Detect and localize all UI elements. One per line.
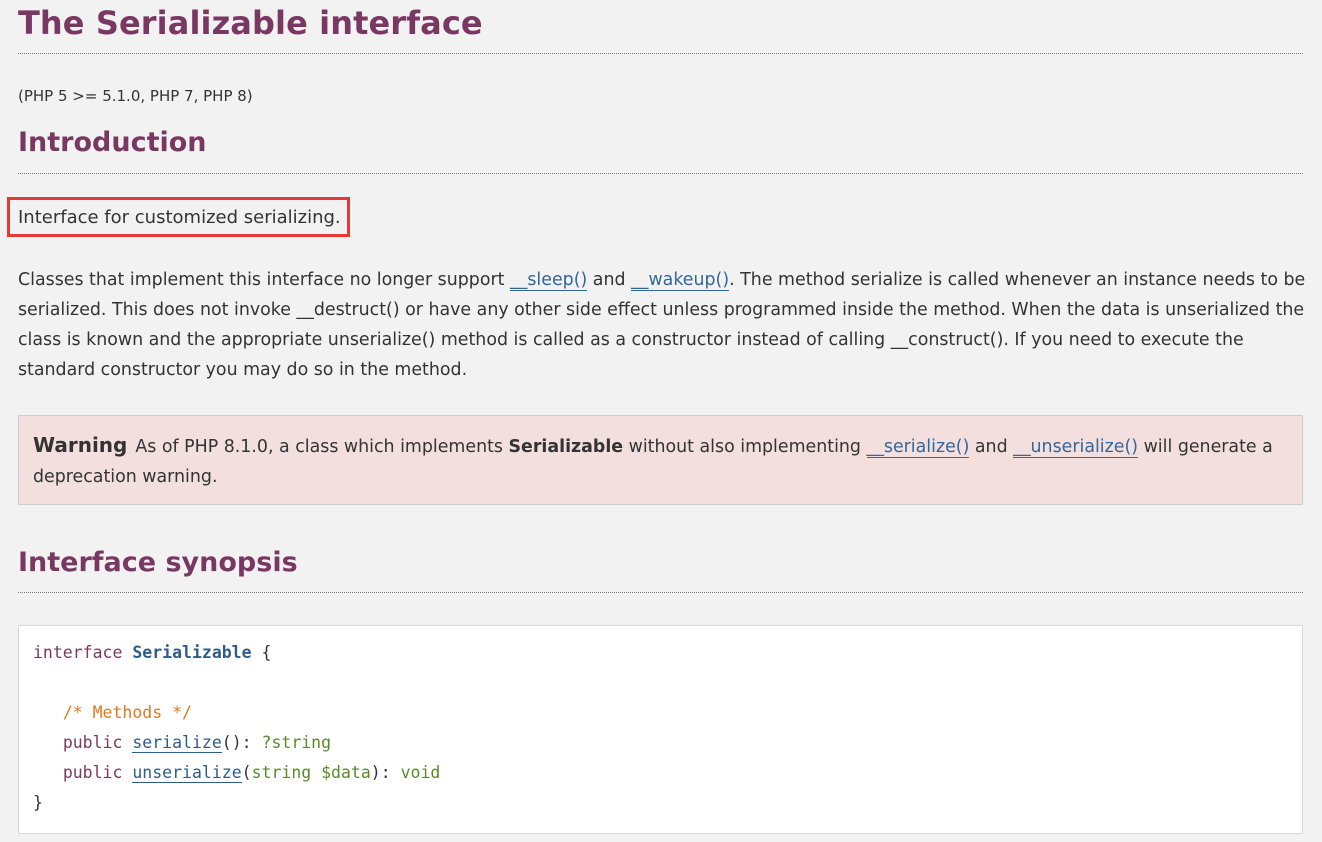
unserialize-param-type: string (251, 763, 312, 782)
sleep-link[interactable]: __sleep() (509, 270, 588, 291)
serialize-signature: (): (221, 733, 262, 752)
code-line-serialize: public serialize(): ?string (33, 728, 1288, 758)
page-title: The Serializable interface (18, 4, 483, 42)
code-comment: /* Methods */ (62, 703, 192, 722)
synopsis-heading: Interface synopsis (18, 547, 298, 578)
version-info: (PHP 5 >= 5.1.0, PHP 7, PHP 8) (18, 87, 253, 105)
code-line-interface: interface Serializable { (33, 638, 1288, 668)
warning-title: Warning (33, 433, 128, 457)
code-keyword-public-2: public (62, 763, 123, 782)
warning-box: Warning As of PHP 8.1.0, a class which im… (18, 415, 1303, 505)
code-class-name[interactable]: Serializable (132, 643, 251, 662)
unserialize-open-paren: ( (241, 763, 252, 782)
code-line-unserialize: public unserialize(string $data): void (33, 758, 1288, 788)
warning-text-2: without also implementing (623, 437, 867, 457)
introduction-summary: Interface for customized serializing. (18, 207, 341, 228)
synopsis-divider (18, 592, 1303, 593)
code-line-comment: /* Methods */ (33, 698, 1288, 728)
unserialize-method-link[interactable]: unserialize (132, 763, 242, 783)
para-text-and: and (587, 270, 632, 290)
code-keyword-interface: interface (33, 643, 123, 662)
warning-bold-serializable: Serializable (508, 437, 624, 457)
introduction-paragraph: Classes that implement this interface no… (18, 265, 1308, 385)
introduction-heading: Introduction (18, 127, 207, 158)
title-divider (18, 53, 1303, 54)
code-line-close: } (33, 788, 1288, 818)
wakeup-link[interactable]: __wakeup() (631, 270, 730, 291)
code-close-brace: } (33, 793, 43, 812)
para-text-1: Classes that implement this interface no… (18, 270, 510, 290)
unserialize-param-name: $data (321, 763, 371, 782)
warning-text-and: and (969, 437, 1014, 457)
code-keyword-public: public (62, 733, 123, 752)
serialize-return-type: ?string (261, 733, 332, 752)
unserialize-close-paren: ): (370, 763, 401, 782)
warning-text-1: As of PHP 8.1.0, a class which implement… (135, 437, 509, 457)
introduction-divider (18, 173, 1303, 174)
synopsis-code-block: interface Serializable { /* Methods */ p… (18, 625, 1303, 834)
serialize-method-link[interactable]: serialize (132, 733, 222, 753)
serialize-magic-link[interactable]: __serialize() (866, 437, 970, 458)
unserialize-magic-link[interactable]: __unserialize() (1013, 437, 1139, 458)
unserialize-return-type: void (400, 763, 441, 782)
code-open-brace: { (261, 643, 272, 662)
